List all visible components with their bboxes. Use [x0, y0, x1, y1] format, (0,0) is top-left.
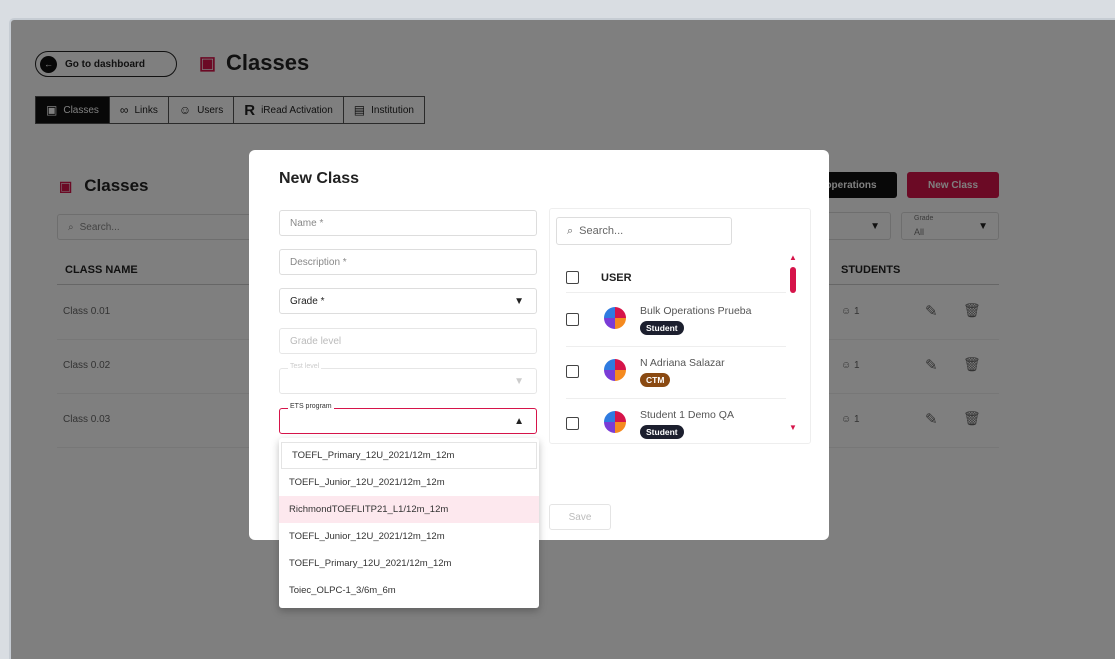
list-item[interactable]: Student 1 Demo QA Student [566, 399, 786, 443]
ets-option[interactable]: RichmondTOEFLITP21_L1/12m_12m [279, 496, 539, 523]
user-checkbox[interactable] [566, 417, 579, 430]
scrollbar-thumb[interactable] [790, 267, 796, 293]
grade-select-label: Grade * [290, 295, 325, 307]
role-badge: Student [640, 425, 684, 439]
modal-title: New Class [279, 170, 360, 187]
user-list-header: USER [566, 263, 786, 293]
ets-option[interactable]: TOEFL_Junior_12U_2021/12m_12m [279, 469, 539, 496]
scroll-up-icon[interactable]: ▲ [789, 253, 797, 262]
list-item[interactable]: Bulk Operations Prueba Student [566, 295, 786, 347]
user-name: Student 1 Demo QA [640, 409, 734, 421]
grade-level-field[interactable]: Grade level [279, 328, 537, 354]
role-badge: Student [640, 321, 684, 335]
save-label: Save [568, 511, 592, 523]
user-name: Bulk Operations Prueba [640, 305, 752, 317]
user-column-label: USER [601, 271, 632, 284]
avatar [604, 307, 626, 329]
user-name: N Adriana Salazar [640, 357, 725, 369]
avatar [604, 359, 626, 381]
ets-option[interactable]: TOEFL_Junior_12U_2021/12m_12m [279, 523, 539, 550]
grade-level-placeholder: Grade level [290, 335, 342, 347]
test-level-label: Test level [288, 363, 322, 370]
ets-program-label: ETS program [288, 403, 334, 410]
avatar [604, 411, 626, 433]
user-search-input[interactable]: ⌕ Search... [556, 217, 732, 245]
scroll-down-icon[interactable]: ▼ [789, 423, 797, 432]
user-picker: ⌕ Search... USER Bulk Operations Prueba … [549, 208, 811, 444]
list-item[interactable]: N Adriana Salazar CTM [566, 347, 786, 399]
chevron-up-icon: ▲ [514, 415, 524, 427]
user-checkbox[interactable] [566, 313, 579, 326]
role-badge: CTM [640, 373, 671, 387]
chevron-down-icon: ▼ [514, 375, 524, 387]
ets-option[interactable]: TOEFL_Primary_12U_2021/12m_12m [279, 550, 539, 577]
user-search-placeholder: Search... [579, 225, 624, 237]
user-list-scrollbar[interactable]: ▲ ▼ [789, 253, 797, 433]
test-level-select[interactable]: Test level ▼ [279, 363, 537, 394]
chevron-down-icon: ▼ [514, 295, 524, 307]
select-all-checkbox[interactable] [566, 271, 579, 284]
name-field[interactable]: Name * [279, 210, 537, 236]
ets-program-dropdown: TOEFL_Primary_12U_2021/12m_12m TOEFL_Jun… [279, 438, 539, 608]
description-placeholder: Description * [290, 256, 347, 268]
app-window: ← Go to dashboard ▣ Classes ▣ Classes ∞ … [9, 18, 1115, 659]
description-field[interactable]: Description * [279, 249, 537, 275]
ets-program-select[interactable]: ETS program ▲ [279, 403, 537, 434]
ets-option[interactable]: Toiec_OLPC-1_3/6m_6m [279, 577, 539, 604]
user-checkbox[interactable] [566, 365, 579, 378]
search-icon: ⌕ [567, 224, 574, 237]
ets-option[interactable]: TOEFL_Primary_12U_2021/12m_12m [281, 442, 537, 469]
grade-select[interactable]: Grade * ▼ [279, 288, 537, 314]
name-placeholder: Name * [290, 217, 324, 229]
save-button[interactable]: Save [549, 504, 611, 530]
